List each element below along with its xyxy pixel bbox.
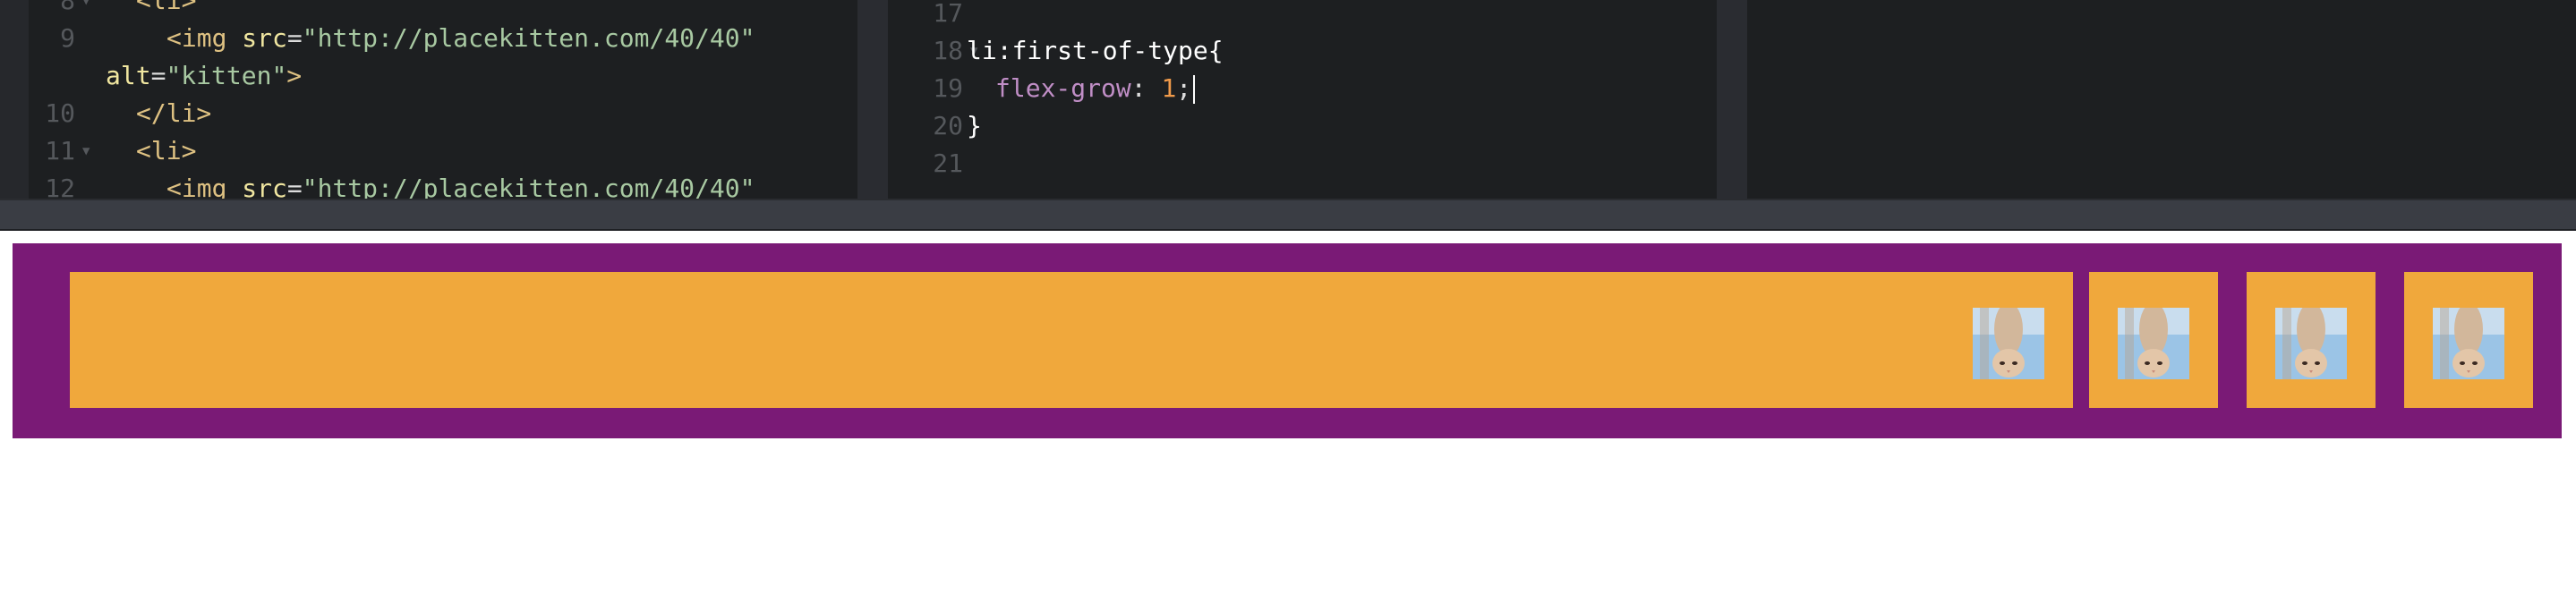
line-number: 19 xyxy=(933,73,963,103)
code-token: = xyxy=(286,23,303,53)
kitten-image xyxy=(2118,308,2189,379)
fold-arrow-icon[interactable]: ▼ xyxy=(82,132,90,170)
code-line[interactable]: 21 xyxy=(888,145,1717,182)
text-cursor xyxy=(1193,75,1196,104)
js-editor-pane[interactable] xyxy=(1747,0,2576,199)
css-editor-pane[interactable]: 17 18 ▼ li:first-of-type{19 flex-grow: 1; 20}… xyxy=(888,0,1717,199)
line-number: 18 xyxy=(933,36,963,65)
code-token: <img xyxy=(166,174,243,199)
code-token: <li> xyxy=(136,136,197,165)
code-line[interactable]: 20} xyxy=(888,107,1717,145)
line-number: 10 xyxy=(45,98,75,128)
pane-resize-handle-2[interactable] xyxy=(1717,0,1747,199)
line-number: 17 xyxy=(933,0,963,28)
code-token: = xyxy=(150,61,166,90)
line-number: 8 xyxy=(60,0,75,15)
code-editors: 8 ▼ <li> 9 <img src="http://placekitten.com/… xyxy=(0,0,2576,199)
code-token: <img xyxy=(166,23,243,53)
line-number: 20 xyxy=(933,111,963,140)
code-text: alt="kitten"> xyxy=(106,57,302,95)
code-token: li:first-of-type{ xyxy=(967,36,1224,65)
code-text: <li> xyxy=(136,132,196,170)
result-preview xyxy=(0,231,2576,594)
pane-resize-handle-1[interactable] xyxy=(857,0,888,199)
code-token: alt xyxy=(106,61,151,90)
html-editor-pane[interactable]: 8 ▼ <li> 9 <img src="http://placekitten.com/… xyxy=(0,0,857,199)
code-text: <li> xyxy=(136,0,196,20)
code-token: src xyxy=(242,174,287,199)
code-line[interactable]: 12 <img src="http://placekitten.com/40/40… xyxy=(0,170,857,199)
code-text: li:first-of-type{ xyxy=(967,32,1224,70)
code-text: <img src="http://placekitten.com/40/40" xyxy=(166,170,755,199)
list-item xyxy=(70,272,2073,408)
result-resize-bar[interactable] xyxy=(0,199,2576,229)
line-number: 12 xyxy=(45,174,75,199)
code-token: src xyxy=(242,23,287,53)
list-item xyxy=(2089,272,2218,408)
code-text: } xyxy=(967,107,982,145)
list-item xyxy=(2404,272,2533,408)
code-line[interactable]: 18 ▼ li:first-of-type{ xyxy=(888,32,1717,70)
kitten-image xyxy=(2433,308,2504,379)
code-text: flex-grow: 1; xyxy=(995,70,1196,107)
fold-arrow-icon[interactable]: ▼ xyxy=(82,0,90,20)
code-text: <img src="http://placekitten.com/40/40" xyxy=(166,20,755,57)
code-token: </li> xyxy=(136,98,212,128)
code-line[interactable]: 17 xyxy=(888,0,1717,32)
code-token: > xyxy=(286,61,303,90)
line-number: 11 xyxy=(45,136,75,165)
code-token: 1 xyxy=(1161,73,1177,103)
list-item xyxy=(2247,272,2376,408)
code-token: flex-grow xyxy=(995,73,1131,103)
code-text: </li> xyxy=(136,95,211,132)
code-token: "kitten" xyxy=(166,61,287,90)
code-line[interactable]: 11 ▼ <li> xyxy=(0,132,857,170)
code-token: ; xyxy=(1176,73,1192,103)
kitten-image xyxy=(2275,308,2347,379)
line-number: 9 xyxy=(60,23,75,53)
code-line[interactable]: alt="kitten"> xyxy=(0,57,857,95)
code-line[interactable]: 19 flex-grow: 1; xyxy=(888,70,1717,107)
code-token: "http://placekitten.com/40/40" xyxy=(302,23,755,53)
code-line[interactable]: 8 ▼ <li> xyxy=(0,0,857,20)
code-line[interactable]: 10 </li> xyxy=(0,95,857,132)
code-token: : xyxy=(1130,73,1162,103)
code-token: } xyxy=(967,111,982,140)
line-number: 21 xyxy=(933,148,963,178)
code-token: <li> xyxy=(136,0,197,15)
flex-list xyxy=(13,243,2562,438)
code-line[interactable]: 9 <img src="http://placekitten.com/40/40" xyxy=(0,20,857,57)
code-token: "http://placekitten.com/40/40" xyxy=(302,174,755,199)
code-token: = xyxy=(286,174,303,199)
kitten-image xyxy=(1973,308,2044,379)
